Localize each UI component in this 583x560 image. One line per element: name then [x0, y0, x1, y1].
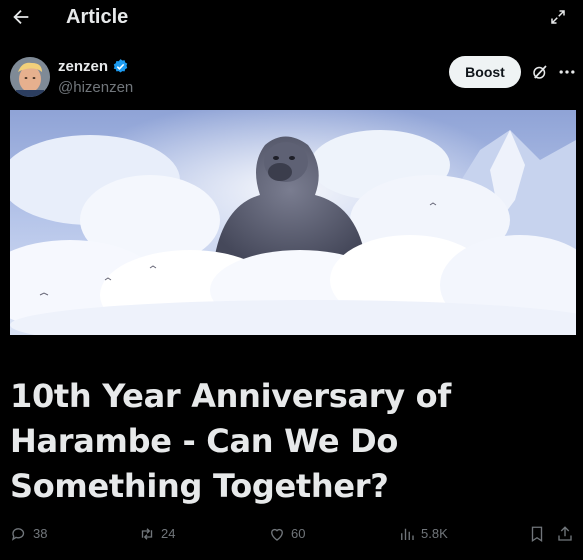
article-cover-image[interactable]: [10, 110, 576, 335]
view-count: 5.8K: [421, 526, 448, 541]
like-button[interactable]: 60: [268, 522, 305, 546]
reply-icon: [11, 528, 25, 541]
heart-icon: [271, 528, 283, 541]
author-handle[interactable]: @hizenzen: [58, 79, 133, 96]
verified-badge-icon: [112, 58, 129, 75]
author-name[interactable]: zenzen: [58, 58, 108, 75]
repost-icon: [141, 528, 153, 540]
avatar[interactable]: [10, 57, 50, 97]
repost-count: 24: [161, 526, 176, 541]
reply-count: 38: [33, 526, 48, 541]
page-title: Article: [66, 6, 129, 28]
article-headline[interactable]: 10th Year Anniversary of Harambe - Can W…: [10, 374, 576, 509]
back-arrow-icon[interactable]: [10, 6, 32, 28]
grok-icon[interactable]: [531, 63, 549, 81]
repost-button[interactable]: 24: [138, 522, 175, 546]
expand-icon[interactable]: [549, 8, 567, 26]
views-button[interactable]: 5.8K: [398, 522, 448, 546]
share-button[interactable]: [556, 522, 579, 546]
bookmark-icon: [531, 526, 543, 543]
boost-button[interactable]: Boost: [449, 56, 521, 88]
share-icon: [558, 526, 572, 541]
reply-button[interactable]: 38: [10, 522, 47, 546]
engagement-bar: 38 24 60 5.8K: [0, 522, 583, 546]
views-icon: [401, 528, 414, 540]
bookmark-button[interactable]: [528, 522, 551, 546]
top-bar: Article: [0, 0, 583, 36]
like-count: 60: [291, 526, 306, 541]
more-icon[interactable]: [557, 62, 577, 82]
